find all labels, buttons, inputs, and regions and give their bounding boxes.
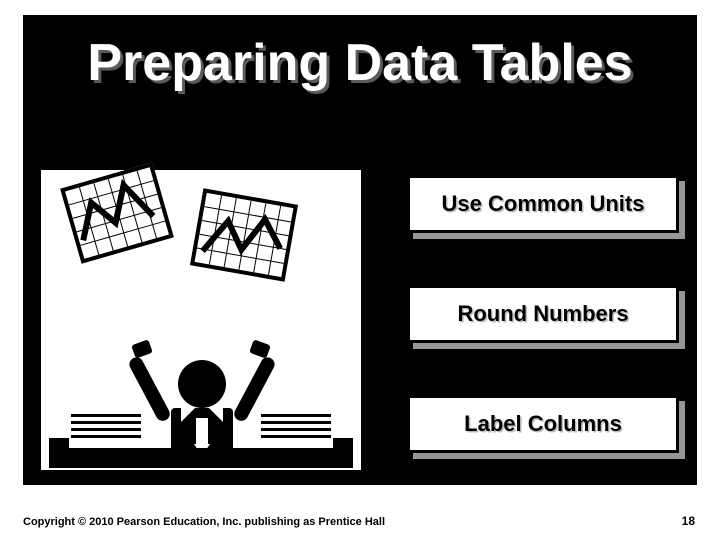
chart-paper-right — [190, 188, 298, 281]
paper-stack-left — [71, 410, 141, 442]
clipart-charts-person — [41, 170, 361, 470]
chart-paper-left — [60, 162, 174, 263]
copyright-text: Copyright © 2010 Pearson Education, Inc.… — [23, 516, 385, 528]
bullet-label: Label Columns — [464, 411, 622, 437]
slide-frame: Preparing Data Tables — [23, 15, 697, 485]
bullet-use-common-units: Use Common Units — [407, 175, 679, 233]
slide: Preparing Data Tables — [0, 0, 720, 540]
paper-stack-right — [261, 410, 331, 442]
desk — [49, 448, 353, 468]
bullet-label: Use Common Units — [442, 191, 645, 217]
page-number: 18 — [682, 514, 695, 528]
bullet-label: Round Numbers — [457, 301, 628, 327]
slide-title: Preparing Data Tables — [23, 33, 697, 93]
bullet-label-columns: Label Columns — [407, 395, 679, 453]
bullet-round-numbers: Round Numbers — [407, 285, 679, 343]
